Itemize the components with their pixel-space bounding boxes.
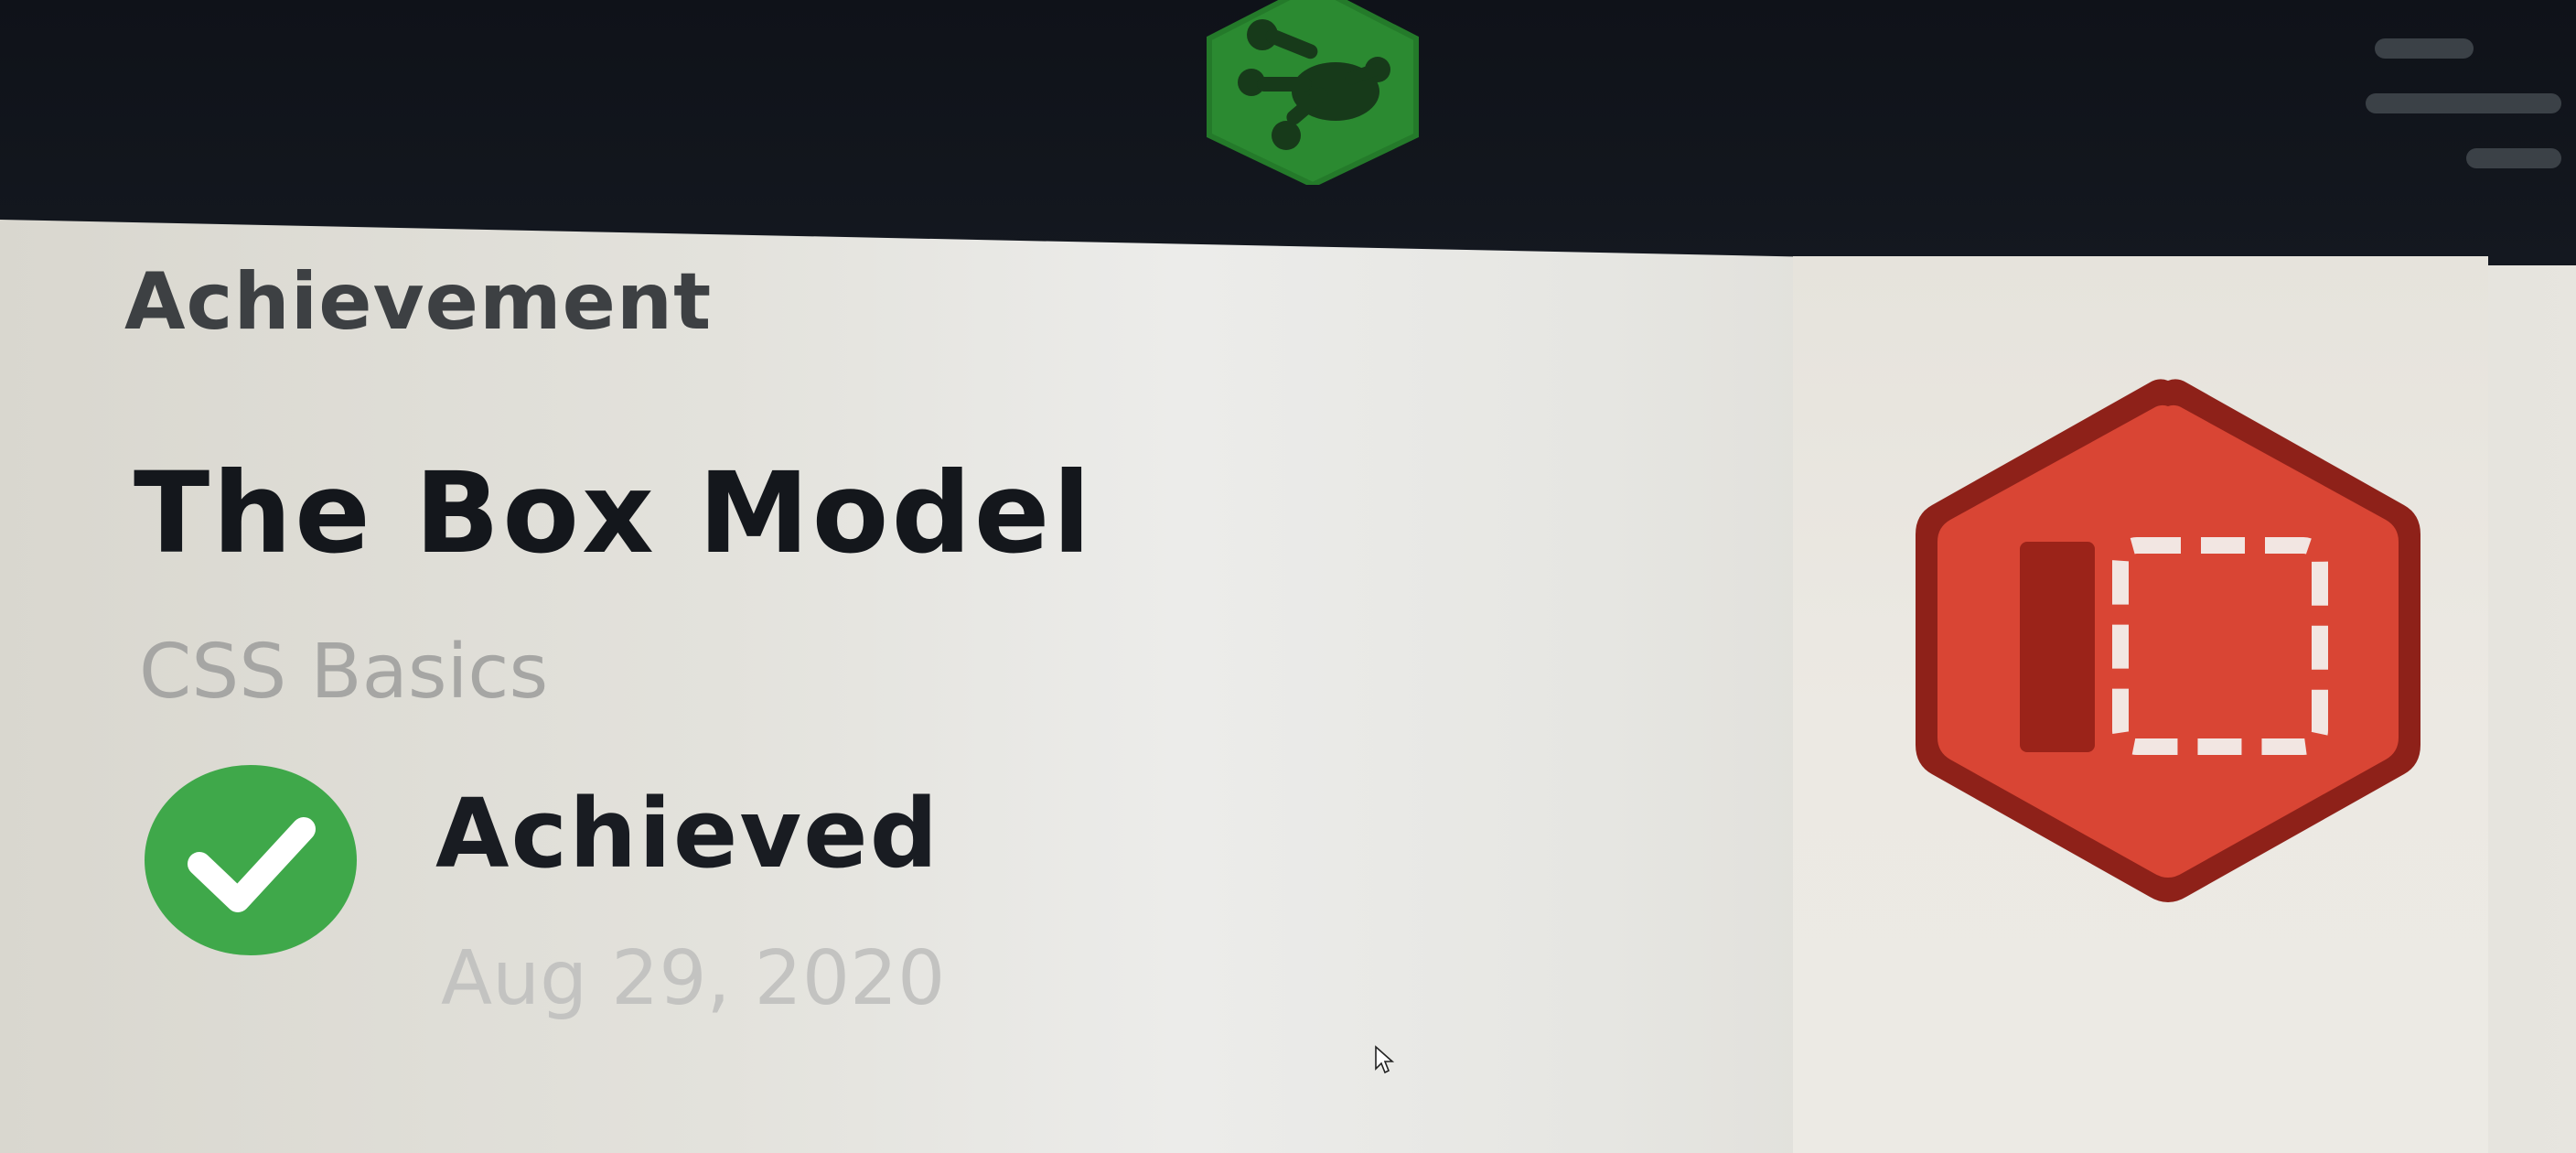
achievement-card: Achievement The Box Model CSS Basics Ach… xyxy=(0,220,2576,1153)
box-model-badge-icon xyxy=(1916,379,2420,902)
hamburger-menu-icon[interactable] xyxy=(2360,27,2576,183)
treehouse-logo-icon[interactable] xyxy=(1198,0,1427,185)
achievement-screen: Achievement The Box Model CSS Basics Ach… xyxy=(0,0,2576,1153)
menu-bar-bottom xyxy=(2466,148,2561,168)
achievement-status: Achieved xyxy=(435,778,940,889)
menu-bar-top xyxy=(2375,38,2474,59)
section-label: Achievement xyxy=(124,256,713,348)
menu-bar-middle xyxy=(2366,93,2561,113)
course-name: CSS Basics xyxy=(139,629,549,716)
achievement-date: Aug 29, 2020 xyxy=(441,935,946,1022)
mouse-cursor-icon xyxy=(1375,1045,1395,1074)
checkmark-icon xyxy=(145,765,357,955)
achievement-title: The Box Model xyxy=(134,448,1094,578)
